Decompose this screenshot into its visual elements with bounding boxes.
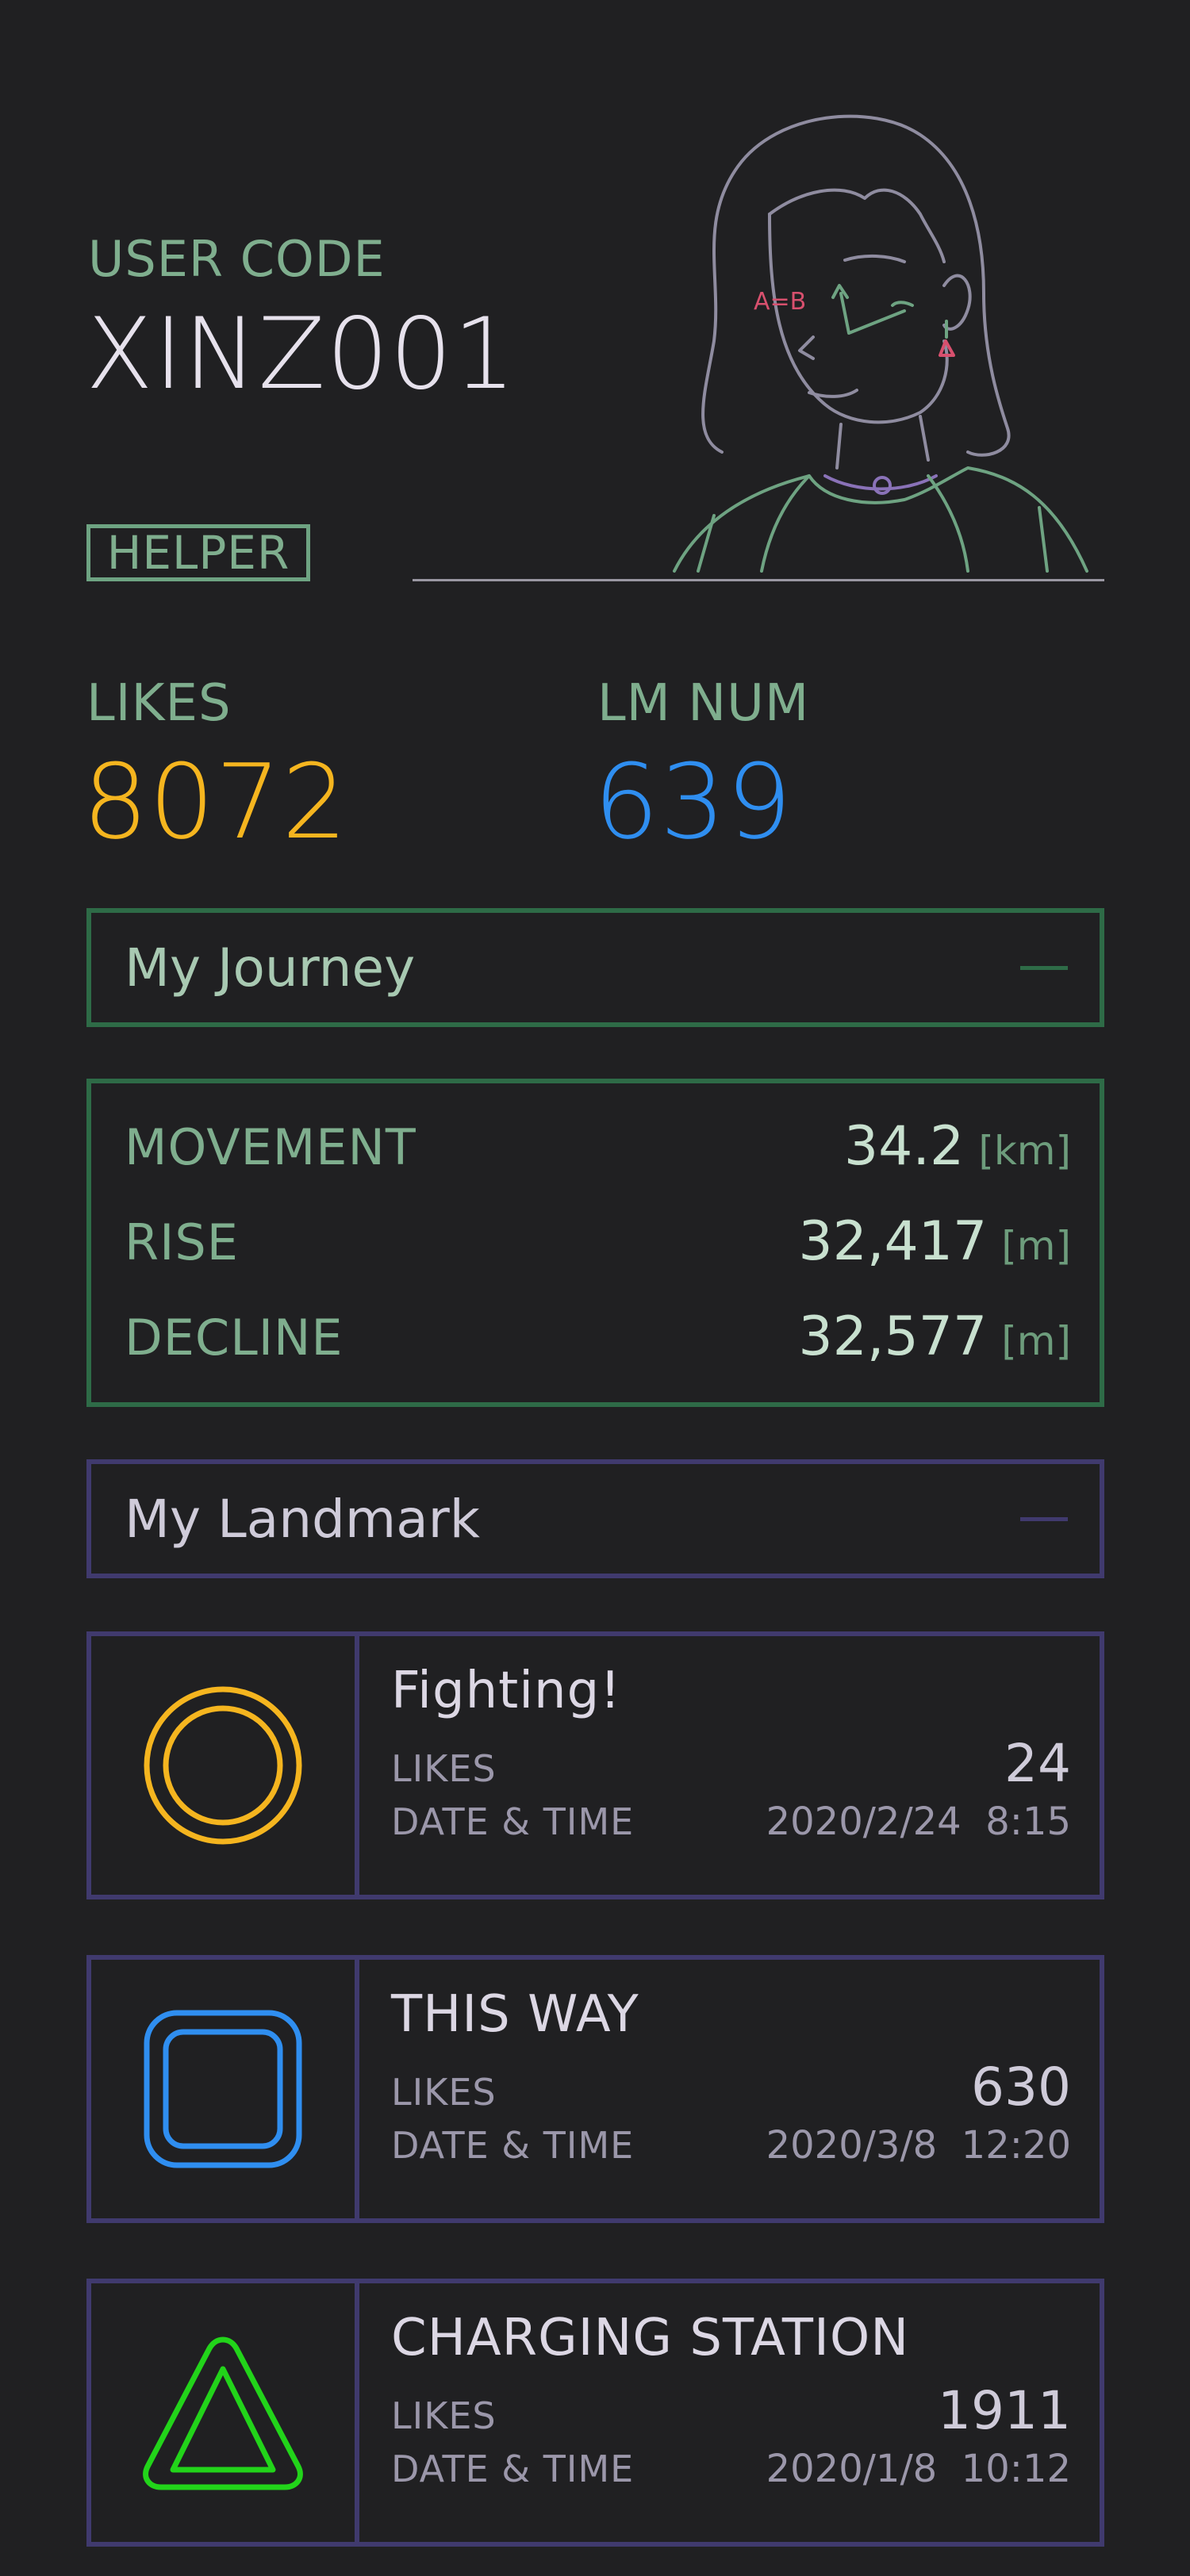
rise-label: RISE [125,1213,239,1271]
likes-count: 24 [1004,1733,1071,1794]
lm-num-count: 639 [593,742,793,862]
journey-row-rise: RISE 32,417 [m] [125,1210,1071,1305]
collapse-icon[interactable] [1020,1516,1068,1521]
triangle-icon [143,2336,303,2490]
collapse-icon[interactable] [1020,965,1068,970]
date-value: 2020/2/24 8:15 [766,1800,1071,1844]
landmark-title-text: THIS WAY [391,1985,639,2044]
journey-stats: MOVEMENT 34.2 [km] RISE 32,417 [m] DECLINE… [86,1079,1104,1407]
avatar-annotation-text: A=B [754,288,806,316]
lm-num-label: LM NUM [597,674,810,733]
role-badge: HELPER [86,524,310,581]
landmark-title-text: CHARGING STATION [391,2309,910,2367]
circle-icon [144,1686,302,1845]
decline-unit: [m] [1001,1318,1071,1364]
movement-label: MOVEMENT [125,1118,416,1176]
landmark-card[interactable]: THIS WAY LIKES 630 DATE & TIME 2020/3/8 … [86,1955,1104,2223]
landmark-title: My Landmark [125,1488,481,1550]
likes-label: LIKES [391,1747,497,1790]
rise-unit: [m] [1001,1223,1071,1269]
journey-row-movement: MOVEMENT 34.2 [km] [125,1115,1071,1210]
movement-value: 34.2 [843,1115,965,1178]
decline-value: 32,577 [798,1305,988,1368]
likes-label: LIKES [86,674,232,733]
likes-label: LIKES [391,2071,497,2114]
date-value: 2020/3/8 12:20 [766,2123,1071,2168]
square-icon [144,2010,302,2168]
journey-row-decline: DECLINE 32,577 [m] [125,1305,1071,1401]
landmark-card[interactable]: CHARGING STATION LIKES 1911 DATE & TIME … [86,2279,1104,2547]
user-code-label: USER CODE [88,230,386,288]
journey-section-header[interactable]: My Journey [86,908,1104,1027]
header-divider [413,579,1104,581]
journey-title: My Journey [125,937,416,999]
landmark-card[interactable]: Fighting! LIKES 24 DATE & TIME 2020/2/24… [86,1631,1104,1899]
likes-count: 1911 [938,2380,1071,2441]
date-label: DATE & TIME [391,2124,635,2167]
user-code: XINZ001 [86,297,516,412]
movement-unit: [km] [978,1128,1071,1174]
likes-count: 630 [971,2057,1071,2118]
date-label: DATE & TIME [391,2448,635,2490]
date-label: DATE & TIME [391,1800,635,1843]
date-value: 2020/1/8 10:12 [766,2447,1071,2491]
landmark-section-header[interactable]: My Landmark [86,1459,1104,1578]
likes-label: LIKES [391,2394,497,2437]
decline-label: DECLINE [125,1309,344,1367]
likes-count: 8072 [83,742,348,862]
landmark-title-text: Fighting! [391,1662,621,1720]
rise-value: 32,417 [798,1210,988,1273]
avatar-illustration: A=B [673,114,1088,573]
